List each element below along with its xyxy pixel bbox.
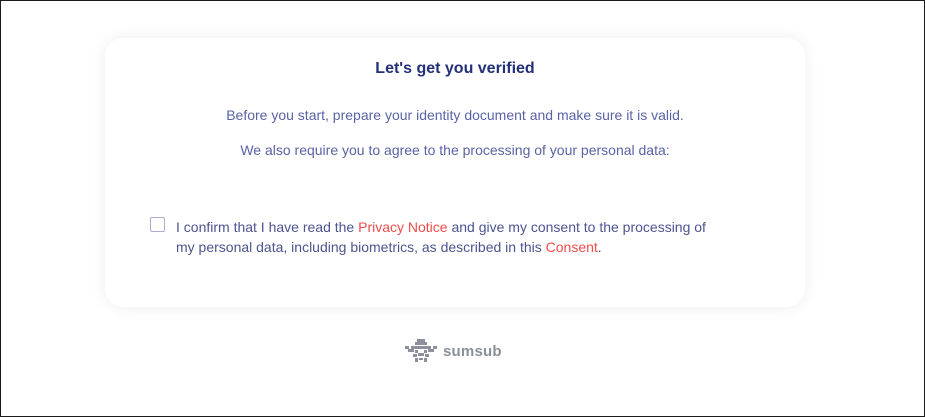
page-frame: Let's get you verified Before you start,… xyxy=(0,0,925,417)
privacy-notice-link[interactable]: Privacy Notice xyxy=(358,219,447,235)
consent-text: I confirm that I have read the Privacy N… xyxy=(176,217,716,257)
consent-text-before: I confirm that I have read the xyxy=(176,219,359,235)
brand-logo: sumsub xyxy=(405,339,502,363)
verification-card: Let's get you verified Before you start,… xyxy=(105,38,805,307)
intro-paragraph: Before you start, prepare your identity … xyxy=(226,107,684,123)
consent-requirement-paragraph: We also require you to agree to the proc… xyxy=(240,142,670,158)
sumsub-logo-icon xyxy=(405,339,437,362)
brand-name: sumsub xyxy=(443,342,502,360)
consent-text-end: . xyxy=(597,239,602,255)
consent-checkbox[interactable] xyxy=(150,217,165,232)
consent-link[interactable]: Consent xyxy=(546,239,598,255)
page-title: Let's get you verified xyxy=(375,60,535,77)
